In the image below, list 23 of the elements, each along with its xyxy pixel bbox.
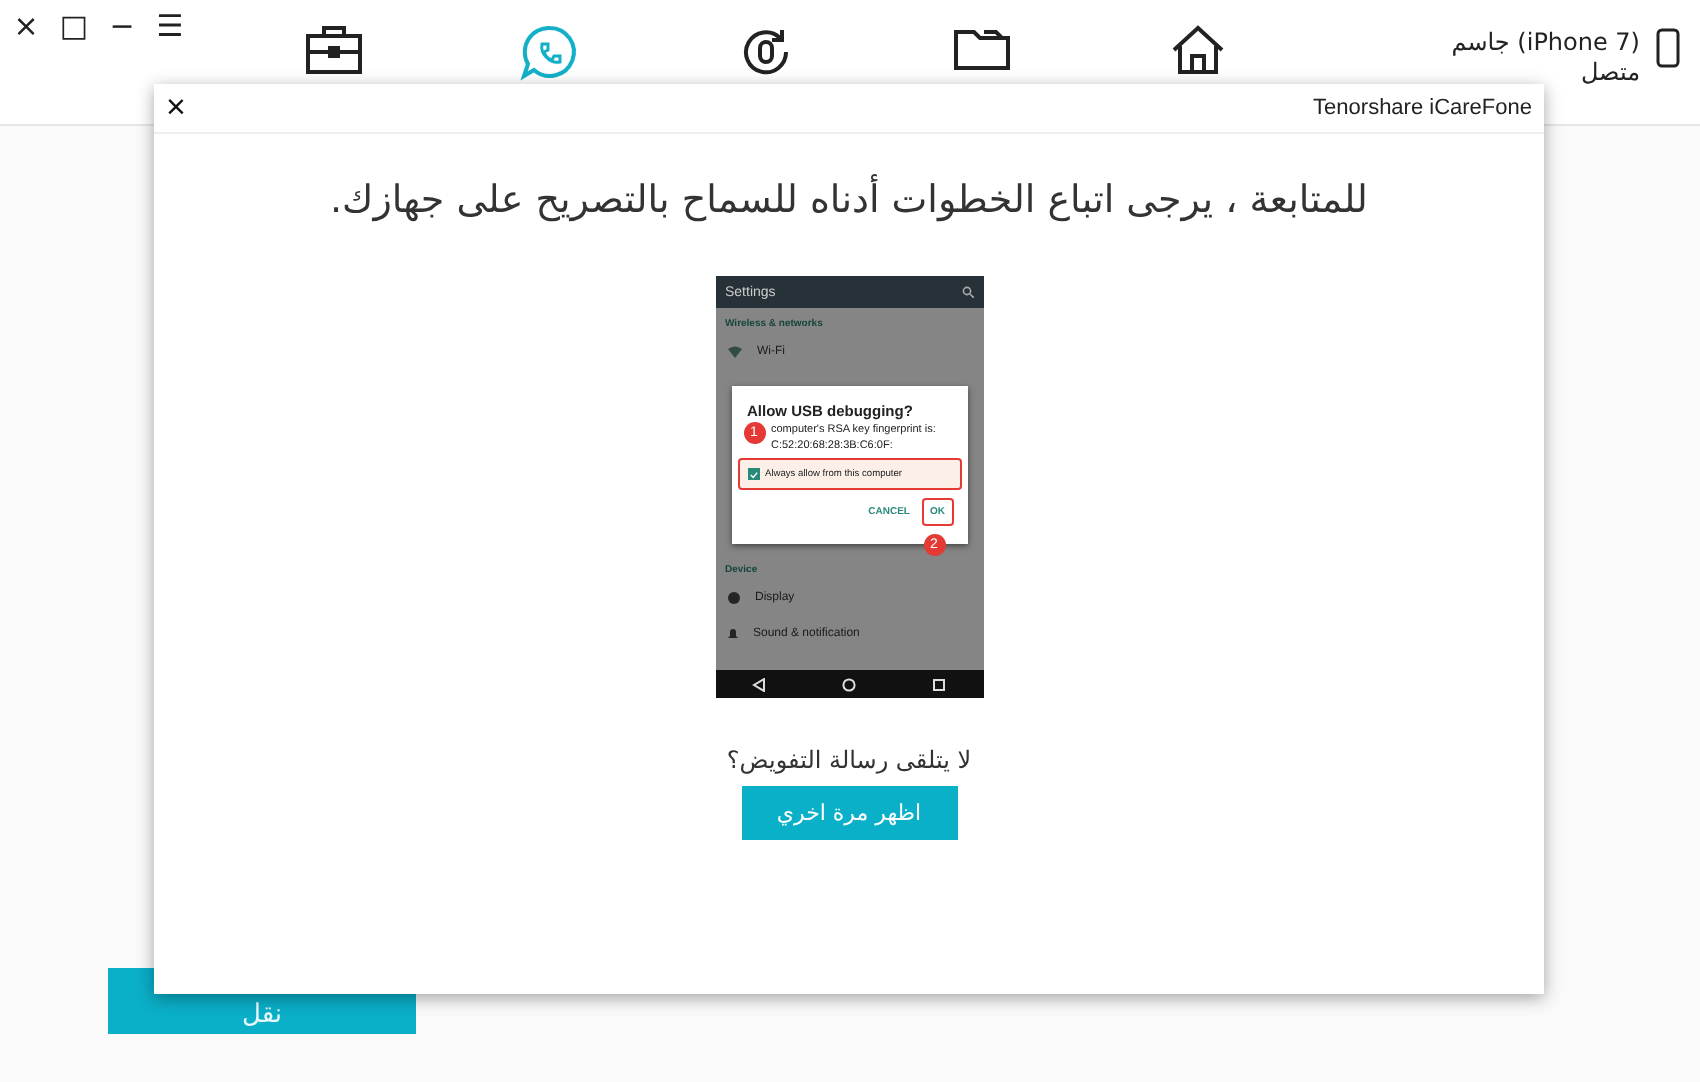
dialog-title: Tenorshare iCareFone xyxy=(1313,96,1532,120)
checkbox[interactable] xyxy=(747,468,759,480)
bell-icon xyxy=(727,628,737,640)
close-button[interactable]: × xyxy=(166,88,186,128)
back-icon[interactable] xyxy=(752,677,767,691)
device-name: جاسم (iPhone 7) xyxy=(1451,28,1640,58)
device-status: متصل xyxy=(1580,58,1640,88)
close-window-button[interactable]: × xyxy=(4,6,48,46)
chat-phone-icon xyxy=(520,24,580,84)
home-icon xyxy=(1170,24,1226,76)
phone-icon xyxy=(1656,28,1680,68)
folder-icon xyxy=(952,24,1012,72)
home-button-icon[interactable] xyxy=(841,677,856,691)
minimize-button[interactable]: − xyxy=(100,6,144,46)
wifi-icon xyxy=(727,346,741,358)
menu-button[interactable]: ☰ xyxy=(148,6,192,46)
toolbox-icon xyxy=(304,24,364,76)
maximize-button[interactable]: □ xyxy=(52,6,96,46)
search-icon xyxy=(961,286,973,298)
recents-icon[interactable] xyxy=(931,677,946,691)
question-text: لا يتلقى رسالة التفويض؟ xyxy=(726,746,972,774)
circular-arrow-icon xyxy=(738,24,794,80)
instruction-heading: للمتابعة ، يرجى اتباع الخطوات أدناه للسماح بالتصريح على جهازك. xyxy=(330,178,1368,226)
